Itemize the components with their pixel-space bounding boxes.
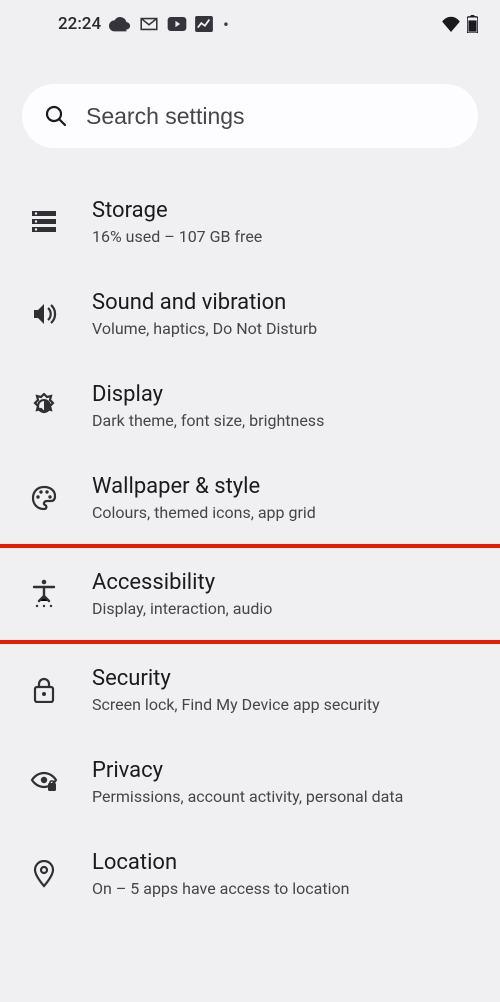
search-icon <box>44 104 68 128</box>
settings-item-accessibility[interactable]: Accessibility Display, interaction, audi… <box>0 544 500 644</box>
settings-item-text: Privacy Permissions, account activity, p… <box>92 758 470 806</box>
settings-item-title: Security <box>92 666 470 691</box>
settings-item-title: Accessibility <box>92 570 470 595</box>
settings-item-title: Storage <box>92 198 470 223</box>
settings-item-location[interactable]: Location On – 5 apps have access to loca… <box>0 828 500 920</box>
settings-item-privacy[interactable]: Privacy Permissions, account activity, p… <box>0 736 500 828</box>
settings-item-subtitle: Dark theme, font size, brightness <box>92 411 470 430</box>
status-right <box>441 15 478 33</box>
palette-icon <box>30 484 58 512</box>
settings-item-title: Wallpaper & style <box>92 474 470 499</box>
settings-item-sound[interactable]: Sound and vibration Volume, haptics, Do … <box>0 268 500 360</box>
storage-icon <box>30 208 58 236</box>
settings-item-title: Sound and vibration <box>92 290 470 315</box>
status-left: 22:24 • <box>58 14 229 34</box>
settings-item-subtitle: 16% used – 107 GB free <box>92 227 470 246</box>
sound-icon <box>30 300 58 328</box>
settings-item-security[interactable]: Security Screen lock, Find My Device app… <box>0 644 500 736</box>
settings-item-subtitle: Permissions, account activity, personal … <box>92 787 470 806</box>
more-notifications-dot: • <box>223 15 229 34</box>
settings-item-text: Security Screen lock, Find My Device app… <box>92 666 470 714</box>
settings-item-text: Storage 16% used – 107 GB free <box>92 198 470 246</box>
status-notification-icons: • <box>109 15 229 34</box>
youtube-icon <box>167 17 187 31</box>
accessibility-icon <box>30 580 58 608</box>
settings-item-title: Privacy <box>92 758 470 783</box>
status-time: 22:24 <box>58 14 101 34</box>
settings-item-text: Sound and vibration Volume, haptics, Do … <box>92 290 470 338</box>
settings-item-text: Wallpaper & style Colours, themed icons,… <box>92 474 470 522</box>
settings-item-display[interactable]: Display Dark theme, font size, brightnes… <box>0 360 500 452</box>
battery-icon <box>467 15 478 33</box>
settings-item-text: Accessibility Display, interaction, audi… <box>92 570 470 618</box>
settings-item-subtitle: On – 5 apps have access to location <box>92 879 470 898</box>
wifi-icon <box>441 16 461 32</box>
privacy-icon <box>30 768 58 796</box>
settings-item-text: Display Dark theme, font size, brightnes… <box>92 382 470 430</box>
display-icon <box>30 392 58 420</box>
lock-icon <box>30 676 58 704</box>
cloud-icon <box>109 16 131 32</box>
gmail-icon <box>139 17 159 31</box>
settings-item-title: Display <box>92 382 470 407</box>
settings-item-storage[interactable]: Storage 16% used – 107 GB free <box>0 176 500 268</box>
settings-item-text: Location On – 5 apps have access to loca… <box>92 850 470 898</box>
search-input[interactable] <box>86 103 456 130</box>
chart-icon <box>195 16 213 32</box>
settings-item-subtitle: Volume, haptics, Do Not Disturb <box>92 319 470 338</box>
settings-item-subtitle: Display, interaction, audio <box>92 599 470 618</box>
location-icon <box>30 860 58 888</box>
settings-item-title: Location <box>92 850 470 875</box>
settings-item-wallpaper[interactable]: Wallpaper & style Colours, themed icons,… <box>0 452 500 544</box>
settings-item-subtitle: Screen lock, Find My Device app security <box>92 695 470 714</box>
status-bar: 22:24 • <box>0 0 500 48</box>
search-bar[interactable] <box>22 84 478 148</box>
settings-list: Storage 16% used – 107 GB free Sound and… <box>0 176 500 920</box>
settings-item-subtitle: Colours, themed icons, app grid <box>92 503 470 522</box>
